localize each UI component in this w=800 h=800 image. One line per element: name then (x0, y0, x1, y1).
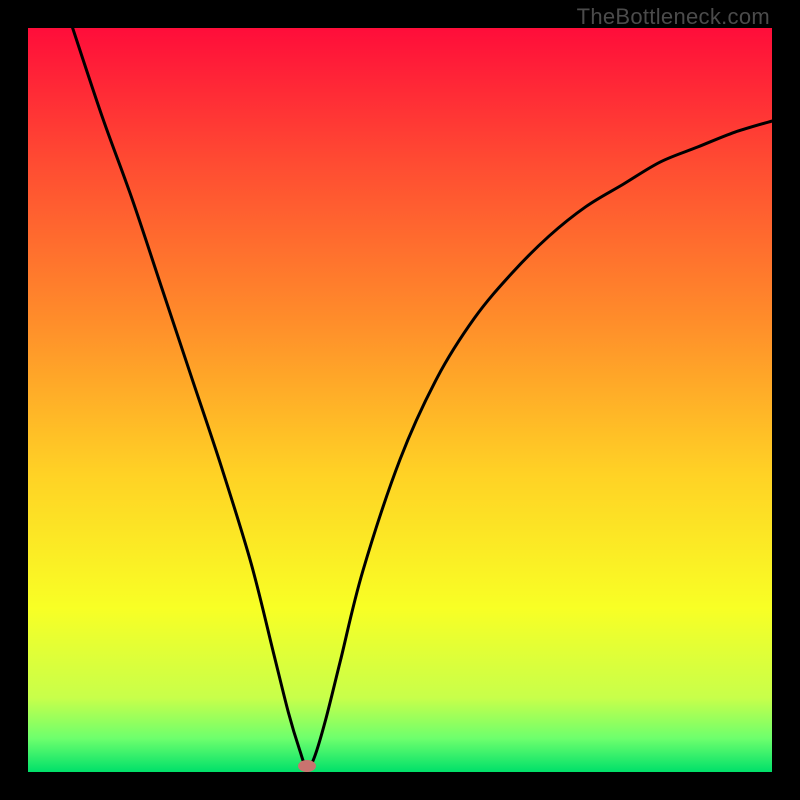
optimal-point-marker (298, 760, 316, 772)
chart-svg (28, 28, 772, 772)
gradient-background (28, 28, 772, 772)
watermark-text: TheBottleneck.com (577, 4, 770, 30)
chart-frame: TheBottleneck.com (0, 0, 800, 800)
plot-area (28, 28, 772, 772)
